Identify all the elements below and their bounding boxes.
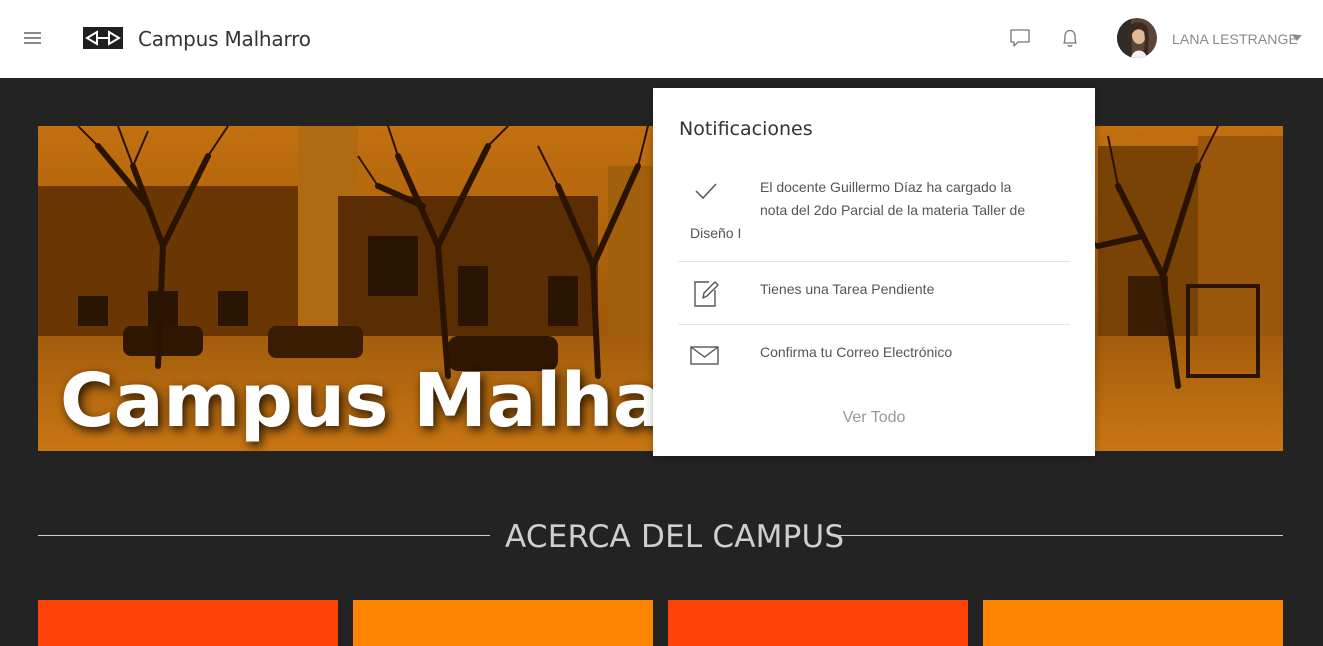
section-divider-right [831, 535, 1283, 536]
notification-text-line1: El docente Guillermo Díaz ha cargado la [760, 179, 1012, 195]
notification-text: Tienes una Tarea Pendiente [760, 281, 935, 297]
see-all-link[interactable]: Ver Todo [653, 409, 1095, 427]
edit-icon [693, 278, 719, 313]
info-card-3[interactable] [668, 600, 968, 646]
notification-item-grade[interactable]: El docente Guillermo Díaz ha cargado la … [678, 176, 1070, 246]
notifications-dropdown: Notificaciones El docente Guillermo Díaz… [653, 88, 1095, 456]
notification-item-task[interactable]: Tienes una Tarea Pendiente [678, 278, 1070, 308]
user-avatar[interactable] [1117, 18, 1157, 58]
hamburger-menu-icon[interactable] [24, 31, 42, 45]
divider [678, 324, 1070, 325]
notifications-heading: Notificaciones [679, 118, 813, 140]
app-title[interactable]: Campus Malharro [138, 27, 311, 51]
bell-icon[interactable] [1059, 27, 1081, 49]
info-card-2[interactable] [353, 600, 653, 646]
campus-logo[interactable] [83, 27, 123, 49]
check-icon [694, 181, 718, 206]
user-name[interactable]: LANA LESTRANGE [1172, 31, 1298, 47]
chat-icon[interactable] [1009, 27, 1031, 49]
envelope-icon [690, 345, 720, 372]
section-title: ACERCA DEL CAMPUS [505, 519, 845, 555]
info-card-4[interactable] [983, 600, 1283, 646]
notification-text-line2: nota del 2do Parcial de la materia Talle… [760, 202, 1026, 218]
info-card-1[interactable] [38, 600, 338, 646]
divider [678, 261, 1070, 262]
notification-text: Confirma tu Correo Electrónico [760, 344, 953, 360]
chevron-down-icon[interactable] [1292, 35, 1302, 41]
notification-text-line3: Diseño I [690, 225, 742, 241]
notification-item-email[interactable]: Confirma tu Correo Electrónico [678, 341, 1070, 371]
section-divider-left [38, 535, 490, 536]
top-navbar: Campus Malharro LANA LESTRANGE [0, 0, 1323, 78]
